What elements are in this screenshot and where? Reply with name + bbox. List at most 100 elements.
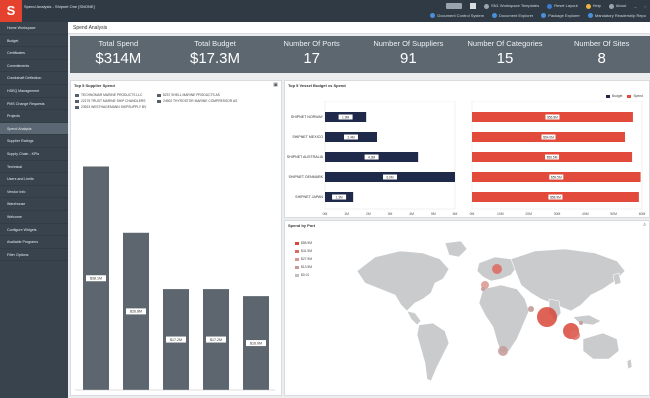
sidebar: Home Workspace Budget Certificates Commitme… (0, 22, 68, 398)
document-control-link[interactable]: Document Control System (430, 13, 484, 19)
help-link[interactable]: Help (585, 3, 601, 9)
sidebar-item-technical[interactable]: Technical (0, 161, 68, 174)
page-title: Spend Analysis (73, 25, 108, 31)
port-marker[interactable] (492, 264, 502, 274)
vessel-budget-spend-chart: SHIPNET NORWAY SHIPNET MEXICO SHIPNET AUST… (287, 101, 645, 216)
reset-layout-label: Reset Layout (554, 3, 578, 9)
port-marker[interactable] (570, 330, 580, 340)
legend-item[interactable]: 24902 THYROSTOR MARINE COMPRESSOR AS (157, 99, 237, 103)
supplier-bar-label: $38.1M (90, 277, 102, 281)
vessel-category-label: SHIPNET MEXICO (292, 135, 323, 139)
legend-swatch (157, 93, 161, 97)
spend-legend-label[interactable]: Spend (633, 94, 643, 98)
vessel-tick-label: 3M (388, 212, 393, 216)
legend-item[interactable]: $41.9M (295, 249, 312, 253)
budget-legend-label[interactable]: Budget (612, 94, 622, 98)
legend-item[interactable]: TECHNOMAR MARINE PRODUCTS LLC (75, 93, 142, 97)
legend-label: $27.9M (301, 257, 312, 261)
budget-swatch (606, 94, 610, 98)
legend-item[interactable]: 23923 WESTHAGEMANN SHIPSUPPLY BV (75, 105, 146, 109)
sidebar-item-supplier-ratings[interactable]: Supplier Ratings (0, 135, 68, 148)
toggle-switch-secondary[interactable] (469, 3, 476, 9)
sidebar-item-users-and-limits[interactable]: Users and Limits (0, 173, 68, 186)
minimize-button[interactable]: – (634, 4, 636, 9)
legend-item[interactable]: 22175 TRUST MARINE SHIP CHANDLERS (75, 99, 146, 103)
vessel-tick-label: 0M (323, 212, 328, 216)
vessel-bar-label: $56.8M (547, 115, 558, 119)
continents (356, 240, 633, 382)
port-marker[interactable] (528, 306, 534, 312)
sidebar-item-commitments[interactable]: Commitments (0, 60, 68, 73)
panel-title: Top 5 Supplier Spend (74, 83, 115, 88)
sidebar-item-filter-options[interactable]: Filter Options (0, 249, 68, 262)
port-marker[interactable] (498, 346, 508, 356)
port-marker[interactable] (579, 321, 583, 325)
package-explorer-link[interactable]: Package Explorer (541, 13, 580, 19)
sidebar-item-crankshaft-deflection[interactable]: Crankshaft Deflection (0, 72, 68, 85)
template-icon (483, 3, 489, 9)
sidebar-item-spend-analysis[interactable]: Spend Analysis (0, 122, 68, 136)
sidebar-item-hseq-management[interactable]: HSEQ Management (0, 85, 68, 98)
sidebar-item-supply-chain-kpis[interactable]: Supply Chain - KPIs (0, 148, 68, 161)
kpi-label: Number Of Categories (467, 39, 543, 48)
vessel-tick-label: 10M (497, 212, 504, 216)
kpi-label: Number Of Sites (573, 39, 630, 48)
port-marker[interactable] (537, 307, 557, 327)
restore-button[interactable]: ▫ (645, 4, 646, 9)
kpi-total-budget: Total Budget $17.3M (167, 36, 264, 73)
sidebar-item-welcome[interactable]: Welcome (0, 211, 68, 224)
legend-item[interactable]: 8237 SHELL MARINE PRODUCTS AS (157, 93, 220, 97)
supplier-bar-label: $17.2M (210, 338, 222, 342)
vessel-tick-label: 4M (409, 212, 414, 216)
kpi-number-of-categories: Number Of Categories 15 (457, 36, 554, 73)
vessel-bar-label: 2.4M (347, 135, 354, 139)
sidebar-item-certificates[interactable]: Certificates (0, 47, 68, 60)
sidebar-item-budget[interactable]: Budget (0, 35, 68, 48)
legend-item[interactable]: $55.9M (295, 241, 312, 245)
mandatory-readership-label: Mandatory Readership Repo (594, 13, 646, 18)
help-icon (585, 3, 591, 9)
vessel-bar-label: 1.9M (342, 115, 349, 119)
sidebar-item-configure-widgets[interactable]: Configure Widgets (0, 224, 68, 237)
vessel-category-label: SHIPNET JAPAN (295, 195, 323, 199)
supplier-bar-label: $16.0M (250, 341, 262, 345)
legend-item[interactable]: $27.9M (295, 257, 312, 261)
legend-item[interactable]: $13.9M (295, 265, 312, 269)
sidebar-item-pms-change-requests[interactable]: PMS Change Requests (0, 98, 68, 111)
vessel-bar-label: 4.3M (368, 155, 375, 159)
zoom-icon[interactable]: ⌕ (643, 222, 646, 228)
reset-layout-link[interactable]: Reset Layout (547, 3, 578, 9)
kpi-value: 15 (496, 50, 514, 67)
vessel-bar-label: $58.9M (550, 195, 561, 199)
kpi-number-of-sites: Number Of Sites 8 (553, 36, 650, 73)
sidebar-item-warehouse[interactable]: Warehouse (0, 198, 68, 211)
vessel-tick-label: 20M (525, 212, 532, 216)
legend-item[interactable]: $0.01 (295, 273, 309, 277)
sidebar-item-available-programs[interactable]: Available Programs (0, 236, 68, 249)
sidebar-item-projects[interactable]: Projects (0, 110, 68, 123)
asia-shape (510, 248, 626, 312)
vessel-bar-label: $54.0M (543, 135, 554, 139)
toggle-switch[interactable] (445, 3, 462, 9)
vessel-tick-label: 30M (554, 212, 561, 216)
document-explorer-link[interactable]: Document Explorer (492, 13, 533, 19)
kpi-value: 17 (303, 50, 321, 67)
legend-label: 22175 TRUST MARINE SHIP CHANDLERS (81, 99, 146, 103)
sidebar-item-home-workspace[interactable]: Home Workspace (0, 22, 68, 35)
legend-label: $41.9M (301, 249, 312, 253)
legend-swatch (75, 93, 79, 97)
port-marker[interactable] (481, 287, 485, 291)
page-header: Spend Analysis (68, 22, 650, 34)
workspace-templates-link[interactable]: SN1 Workspace Templates (483, 3, 539, 9)
export-icon[interactable]: ▣ (273, 82, 278, 88)
sidebar-item-vendor-info[interactable]: Vendor Info (0, 186, 68, 199)
mandatory-readership-link[interactable]: Mandatory Readership Repo (587, 13, 646, 19)
kpi-number-of-suppliers: Number Of Suppliers 91 (360, 36, 457, 73)
vessel-tick-label: 0M (470, 212, 475, 216)
app-logo[interactable]: S (0, 0, 22, 22)
vessel-tick-label: 5M (431, 212, 436, 216)
supplier-bar-label: $17.2M (170, 338, 182, 342)
kpi-value: $17.3M (189, 50, 241, 67)
about-link[interactable]: About (608, 3, 627, 9)
about-label: About (615, 3, 627, 9)
